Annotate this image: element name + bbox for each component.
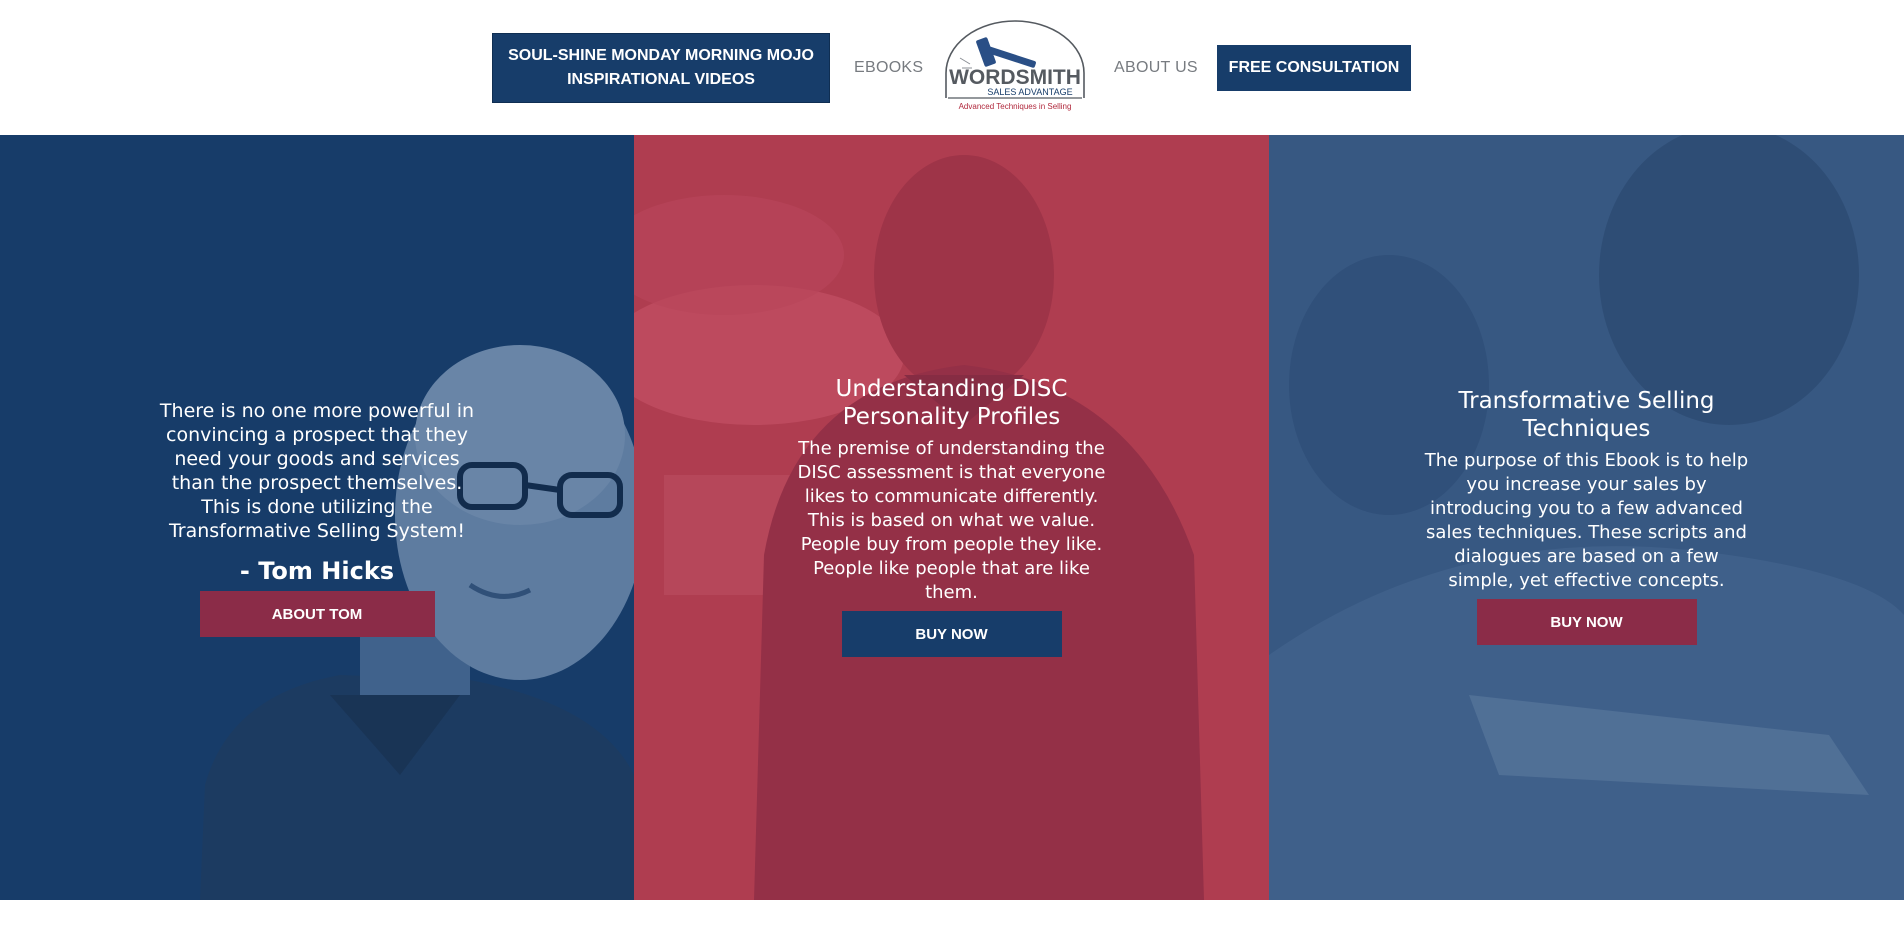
quote-author: - Tom Hicks — [239, 557, 395, 585]
panel-disc-ebook: Understanding DISC Personality Profiles … — [634, 135, 1269, 900]
site-header: SOUL-SHINE MONDAY MORNING MOJO INSPIRATI… — [0, 0, 1904, 135]
nav-ebooks-link[interactable]: EBOOKS — [854, 56, 923, 80]
free-consultation-button[interactable]: FREE CONSULTATION — [1217, 45, 1411, 91]
logo-graphic: WORDSMITH SALES ADVANTAGE Advanced Techn… — [945, 20, 1085, 111]
panel-transformative-content: Transformative Selling Techniques The pu… — [1269, 387, 1904, 645]
buy-disc-button[interactable]: BUY NOW — [841, 611, 1062, 657]
panel-about-tom: There is no one more powerful in convinc… — [0, 135, 634, 900]
panel-disc-content: Understanding DISC Personality Profiles … — [634, 375, 1269, 657]
buy-transformative-button[interactable]: BUY NOW — [1476, 599, 1697, 645]
disc-description: The premise of understanding the DISC as… — [797, 438, 1106, 603]
transformative-description: The purpose of this Ebook is to help you… — [1424, 450, 1749, 591]
svg-text:WORDSMITH: WORDSMITH — [949, 66, 1081, 89]
svg-text:SALES ADVANTAGE: SALES ADVANTAGE — [987, 87, 1072, 97]
about-tom-button[interactable]: ABOUT TOM — [199, 591, 435, 637]
disc-title: Understanding DISC Personality Profiles — [835, 376, 1068, 430]
panel-transformative-ebook: Transformative Selling Techniques The pu… — [1269, 135, 1904, 900]
panel-about-tom-content: There is no one more powerful in convinc… — [0, 399, 634, 637]
svg-text:Advanced Techniques in Selling: Advanced Techniques in Selling — [959, 102, 1072, 111]
nav-about-us-link[interactable]: ABOUT US — [1114, 56, 1198, 80]
mojo-videos-button[interactable]: SOUL-SHINE MONDAY MORNING MOJO INSPIRATI… — [492, 33, 830, 103]
tom-quote: There is no one more powerful in convinc… — [159, 400, 475, 542]
feature-panels: There is no one more powerful in convinc… — [0, 135, 1904, 900]
transformative-title: Transformative Selling Techniques — [1458, 388, 1715, 442]
wordsmith-logo[interactable]: WORDSMITH SALES ADVANTAGE Advanced Techn… — [940, 18, 1090, 118]
